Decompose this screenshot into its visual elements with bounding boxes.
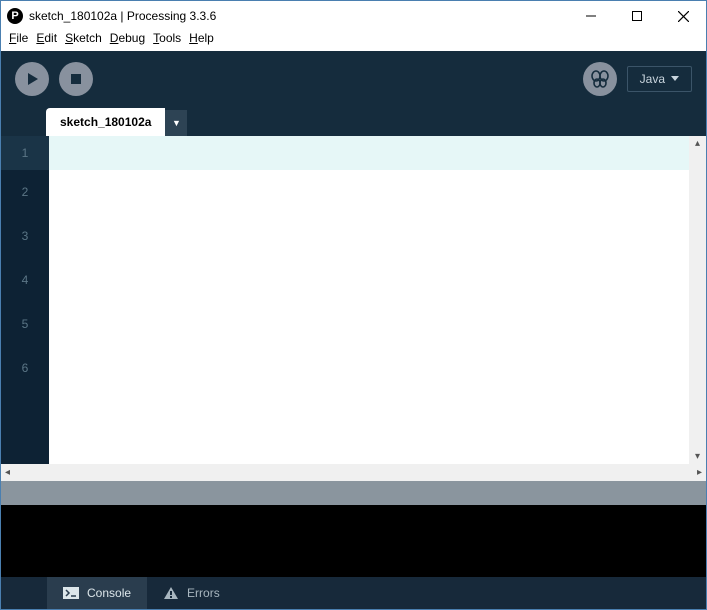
menu-help[interactable]: Help [185,31,218,51]
scroll-left-icon: ◂ [5,467,10,478]
line-number: 2 [1,170,49,214]
processing-app-icon: P [7,8,23,24]
scroll-down-icon: ▾ [695,451,700,462]
maximize-button[interactable] [614,1,660,31]
line-gutter: 1 2 3 4 5 6 [1,136,49,464]
menubar: File Edit Sketch Debug Tools Help [1,31,706,51]
mode-label: Java [640,72,665,86]
menu-tools[interactable]: Tools [149,31,185,51]
line-number: 4 [1,258,49,302]
toolbar: Java [1,51,706,106]
butterfly-icon [590,69,610,89]
sketch-tab[interactable]: sketch_180102a [46,108,165,136]
tabstrip: sketch_180102a ▼ [1,106,706,136]
bottom-tabstrip: Console Errors [1,577,706,609]
menu-file[interactable]: File [5,31,32,51]
stop-button[interactable] [59,62,93,96]
line-number: 5 [1,302,49,346]
console-icon [63,587,79,599]
current-line-highlight [49,136,689,170]
close-button[interactable] [660,1,706,31]
line-number: 3 [1,214,49,258]
console-tab[interactable]: Console [47,577,147,609]
stop-icon [70,73,82,85]
debugger-button[interactable] [583,62,617,96]
code-body [49,170,689,464]
errors-tab-label: Errors [187,586,220,600]
run-button[interactable] [15,62,49,96]
editor-area: 1 2 3 4 5 6 ▴ ▾ [1,136,706,464]
statusbar [1,481,706,505]
menu-sketch[interactable]: Sketch [61,31,106,51]
code-editor[interactable] [49,136,689,464]
titlebar: P sketch_180102a | Processing 3.3.6 [1,1,706,31]
chevron-down-icon [671,76,679,81]
tab-dropdown[interactable]: ▼ [165,110,187,136]
console-output [1,505,706,577]
horizontal-scrollbar[interactable]: ◂ ▸ [1,464,706,481]
play-icon [25,72,39,86]
scroll-up-icon: ▴ [695,138,700,149]
mode-selector[interactable]: Java [627,66,692,92]
minimize-button[interactable] [568,1,614,31]
line-number: 1 [1,136,49,170]
line-number: 6 [1,346,49,390]
warning-icon [163,586,179,600]
menu-debug[interactable]: Debug [106,31,149,51]
menu-edit[interactable]: Edit [32,31,61,51]
vertical-scrollbar[interactable]: ▴ ▾ [689,136,706,464]
errors-tab[interactable]: Errors [147,577,236,609]
window-title: sketch_180102a | Processing 3.3.6 [29,9,568,23]
scroll-right-icon: ▸ [697,467,702,478]
console-tab-label: Console [87,586,131,600]
